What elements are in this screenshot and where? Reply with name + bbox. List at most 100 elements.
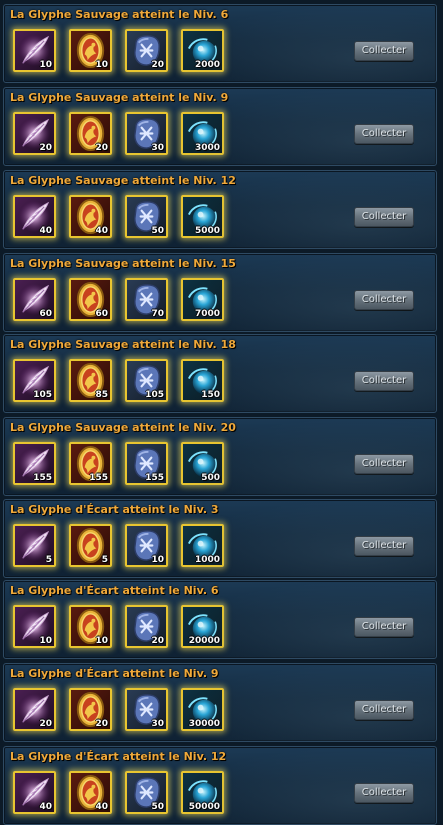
- reward-slot[interactable]: 40: [69, 195, 112, 238]
- reward-slot[interactable]: 20: [13, 688, 56, 731]
- reward-row: La Glyphe Sauvage atteint le Niv. 9 20 20 3…: [3, 87, 437, 166]
- reward-row: La Glyphe Sauvage atteint le Niv. 20 155 1…: [3, 417, 437, 496]
- reward-slot[interactable]: 500: [181, 442, 224, 485]
- row-title: La Glyphe Sauvage atteint le Niv. 15: [10, 257, 236, 270]
- reward-slot[interactable]: 105: [13, 359, 56, 402]
- reward-quantity: 5: [45, 555, 52, 565]
- reward-slot[interactable]: 10: [69, 605, 112, 648]
- reward-quantity: 3000: [194, 143, 220, 153]
- reward-quantity: 30000: [188, 719, 220, 729]
- reward-quantity: 155: [89, 473, 108, 483]
- reward-slot[interactable]: 105: [125, 359, 168, 402]
- reward-quantity: 20: [151, 636, 164, 646]
- collect-button[interactable]: Collecter: [354, 783, 414, 803]
- reward-quantity: 40: [95, 802, 108, 812]
- row-title: La Glyphe d'Écart atteint le Niv. 12: [10, 750, 227, 763]
- reward-slot[interactable]: 20000: [181, 605, 224, 648]
- row-title: La Glyphe Sauvage atteint le Niv. 6: [10, 8, 229, 21]
- reward-quantity: 5000: [194, 226, 220, 236]
- reward-quantity: 40: [95, 226, 108, 236]
- reward-quantity: 5: [101, 555, 108, 565]
- reward-slot[interactable]: 30000: [181, 688, 224, 731]
- reward-quantity: 60: [39, 309, 52, 319]
- reward-quantity: 105: [33, 390, 52, 400]
- reward-slot[interactable]: 1000: [181, 524, 224, 567]
- reward-slot[interactable]: 60: [13, 278, 56, 321]
- reward-slot[interactable]: 20: [69, 112, 112, 155]
- row-title: La Glyphe d'Écart atteint le Niv. 9: [10, 667, 219, 680]
- reward-quantity: 85: [95, 390, 108, 400]
- reward-slot[interactable]: 155: [69, 442, 112, 485]
- row-title: La Glyphe Sauvage atteint le Niv. 20: [10, 421, 236, 434]
- reward-quantity: 155: [33, 473, 52, 483]
- reward-slot[interactable]: 155: [125, 442, 168, 485]
- collect-button[interactable]: Collecter: [354, 290, 414, 310]
- reward-quantity: 50: [151, 802, 164, 812]
- reward-quantity: 2000: [194, 60, 220, 70]
- reward-quantity: 1000: [194, 555, 220, 565]
- collect-button[interactable]: Collecter: [354, 617, 414, 637]
- reward-quantity: 40: [39, 802, 52, 812]
- reward-slot[interactable]: 5: [69, 524, 112, 567]
- reward-quantity: 60: [95, 309, 108, 319]
- reward-quantity: 10: [95, 60, 108, 70]
- reward-slot[interactable]: 10: [69, 29, 112, 72]
- reward-slot[interactable]: 85: [69, 359, 112, 402]
- reward-slot[interactable]: 20: [125, 29, 168, 72]
- collect-button[interactable]: Collecter: [354, 124, 414, 144]
- reward-row: La Glyphe Sauvage atteint le Niv. 6 10 10 2…: [3, 4, 437, 83]
- reward-quantity: 20000: [188, 636, 220, 646]
- reward-slot[interactable]: 40: [13, 195, 56, 238]
- reward-slot[interactable]: 5: [13, 524, 56, 567]
- reward-slot[interactable]: 20: [125, 605, 168, 648]
- reward-quantity: 10: [39, 636, 52, 646]
- reward-row: La Glyphe d'Écart atteint le Niv. 9 20 20 3…: [3, 663, 437, 742]
- reward-slot[interactable]: 20: [69, 688, 112, 731]
- collect-button[interactable]: Collecter: [354, 700, 414, 720]
- reward-slot[interactable]: 50000: [181, 771, 224, 814]
- reward-slot[interactable]: 5000: [181, 195, 224, 238]
- reward-slot[interactable]: 150: [181, 359, 224, 402]
- reward-slot[interactable]: 7000: [181, 278, 224, 321]
- collect-button[interactable]: Collecter: [354, 371, 414, 391]
- reward-slot[interactable]: 10: [13, 605, 56, 648]
- reward-slot[interactable]: 70: [125, 278, 168, 321]
- reward-quantity: 7000: [194, 309, 220, 319]
- reward-quantity: 20: [95, 719, 108, 729]
- reward-quantity: 105: [145, 390, 164, 400]
- reward-row: La Glyphe Sauvage atteint le Niv. 18 105 8…: [3, 334, 437, 413]
- reward-slot[interactable]: 155: [13, 442, 56, 485]
- reward-slot[interactable]: 10: [125, 524, 168, 567]
- reward-slot[interactable]: 50: [125, 195, 168, 238]
- reward-row: La Glyphe d'Écart atteint le Niv. 6 10 10 2…: [3, 580, 437, 659]
- reward-row: La Glyphe d'Écart atteint le Niv. 12 40 40…: [3, 746, 437, 825]
- collect-button[interactable]: Collecter: [354, 207, 414, 227]
- collect-button[interactable]: Collecter: [354, 454, 414, 474]
- row-title: La Glyphe Sauvage atteint le Niv. 18: [10, 338, 236, 351]
- reward-quantity: 155: [145, 473, 164, 483]
- reward-slot[interactable]: 2000: [181, 29, 224, 72]
- reward-slot[interactable]: 60: [69, 278, 112, 321]
- reward-slot[interactable]: 10: [13, 29, 56, 72]
- reward-slot[interactable]: 30: [125, 688, 168, 731]
- collect-button[interactable]: Collecter: [354, 41, 414, 61]
- reward-slot[interactable]: 50: [125, 771, 168, 814]
- reward-quantity: 10: [39, 60, 52, 70]
- reward-quantity: 70: [151, 309, 164, 319]
- reward-quantity: 20: [95, 143, 108, 153]
- reward-row: La Glyphe Sauvage atteint le Niv. 15 60 60…: [3, 253, 437, 332]
- reward-slot[interactable]: 40: [13, 771, 56, 814]
- reward-slot[interactable]: 40: [69, 771, 112, 814]
- reward-quantity: 20: [39, 719, 52, 729]
- row-title: La Glyphe d'Écart atteint le Niv. 3: [10, 503, 219, 516]
- reward-slot[interactable]: 20: [13, 112, 56, 155]
- reward-quantity: 50: [151, 226, 164, 236]
- reward-quantity: 30: [151, 143, 164, 153]
- reward-quantity: 40: [39, 226, 52, 236]
- reward-slot[interactable]: 3000: [181, 112, 224, 155]
- row-title: La Glyphe Sauvage atteint le Niv. 12: [10, 174, 236, 187]
- reward-row: La Glyphe Sauvage atteint le Niv. 12 40 40…: [3, 170, 437, 249]
- collect-button[interactable]: Collecter: [354, 536, 414, 556]
- reward-slot[interactable]: 30: [125, 112, 168, 155]
- row-title: La Glyphe d'Écart atteint le Niv. 6: [10, 584, 219, 597]
